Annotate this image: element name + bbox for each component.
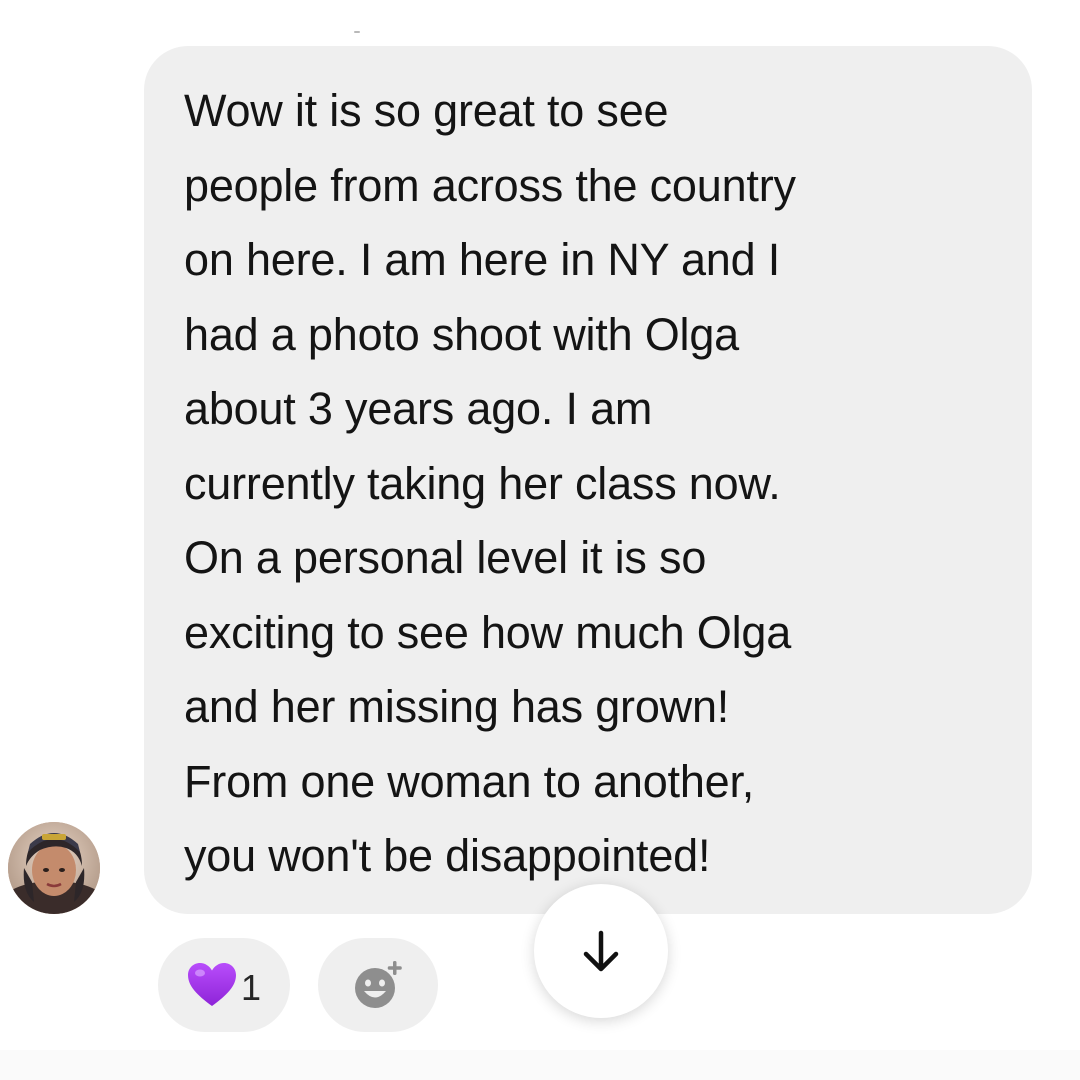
- purple-heart-icon: [187, 963, 236, 1006]
- message-bubble[interactable]: Wow it is so great to see people from ac…: [144, 46, 1032, 914]
- chat-screen: Wow it is so great to see people from ac…: [0, 0, 1080, 1080]
- scroll-to-bottom-button[interactable]: [534, 884, 668, 1018]
- avatar-photo: [8, 822, 100, 914]
- arrow-down-icon: [583, 930, 619, 972]
- avatar[interactable]: [8, 822, 100, 914]
- message-text: Wow it is so great to see people from ac…: [184, 85, 796, 881]
- reaction-count: 1: [240, 967, 262, 1008]
- heart-reaction-button[interactable]: 1: [158, 938, 290, 1032]
- add-reaction-smiley-icon: [355, 961, 402, 1008]
- bottom-edge: [0, 1050, 1080, 1080]
- divider-mark: [354, 31, 360, 33]
- add-reaction-button[interactable]: [318, 938, 438, 1032]
